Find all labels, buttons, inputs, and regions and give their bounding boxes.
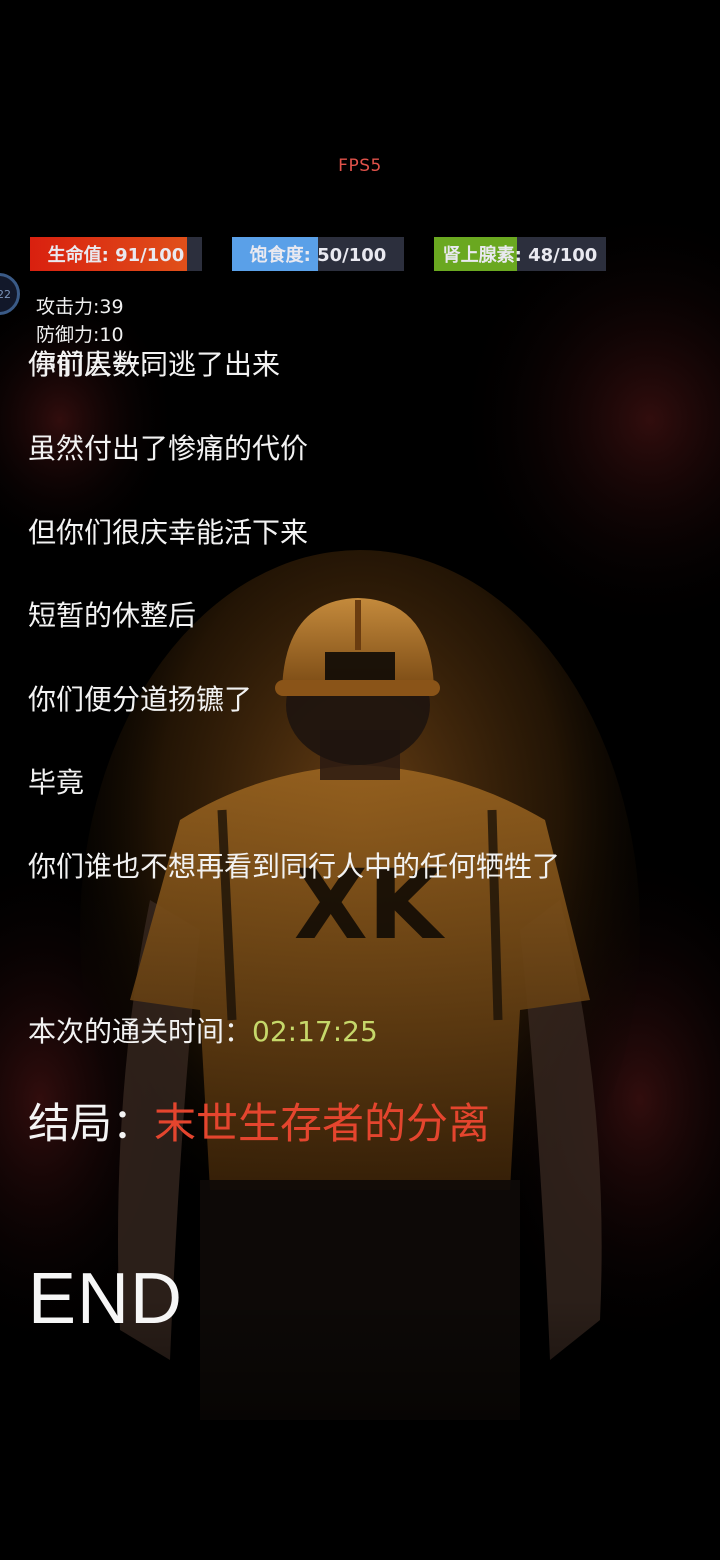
story-line-2: 但你们很庆幸能活下来 xyxy=(28,516,309,549)
story-line-5: 毕竟 xyxy=(28,766,85,799)
helmet-stripe xyxy=(325,652,395,680)
adrenaline-bar: 肾上腺素: 48/100 xyxy=(434,237,606,271)
end-title: END xyxy=(28,1259,184,1339)
clear-time-label: 本次的通关时间： xyxy=(28,1015,253,1048)
clear-time-row: 本次的通关时间：02:17:25 xyxy=(28,1010,378,1050)
clear-time-value: 02:17:25 xyxy=(252,1015,378,1048)
satiety-bar-label: 饱食度: 50/100 xyxy=(249,245,387,266)
adrenaline-bar-label: 肾上腺素: 48/100 xyxy=(442,245,598,266)
story-line-3: 短暂的休整后 xyxy=(28,599,197,632)
ending-label: 结局： xyxy=(28,1099,155,1148)
side-bubble-label: 22 xyxy=(0,287,11,301)
health-bar: 生命值: 91/100 xyxy=(30,237,202,271)
story-line-1: 虽然付出了惨痛的代价 xyxy=(28,432,309,465)
game-scene: XK FPS5 22 生命值: 91/100 饱食度: 50/100 肾上腺素:… xyxy=(0,0,720,1560)
vest-strap-right xyxy=(487,809,503,1021)
attack-stat: 攻击力:39 xyxy=(36,296,124,318)
fps-counter: FPS5 xyxy=(338,156,382,176)
helmet-brim xyxy=(275,680,440,696)
satiety-bar: 饱食度: 50/100 xyxy=(232,237,404,271)
story-line-escape: 你们人一同逃了出来 xyxy=(28,348,281,381)
ending-row: 结局：末世生存者的分离 xyxy=(28,1090,490,1151)
story-line-6: 你们谁也不想再看到同行人中的任何牺牲了 xyxy=(28,850,561,883)
ending-title: 末世生存者的分离 xyxy=(154,1099,491,1148)
story-line-4: 你们便分道扬镳了 xyxy=(28,683,253,716)
health-bar-label: 生命值: 91/100 xyxy=(47,245,185,266)
